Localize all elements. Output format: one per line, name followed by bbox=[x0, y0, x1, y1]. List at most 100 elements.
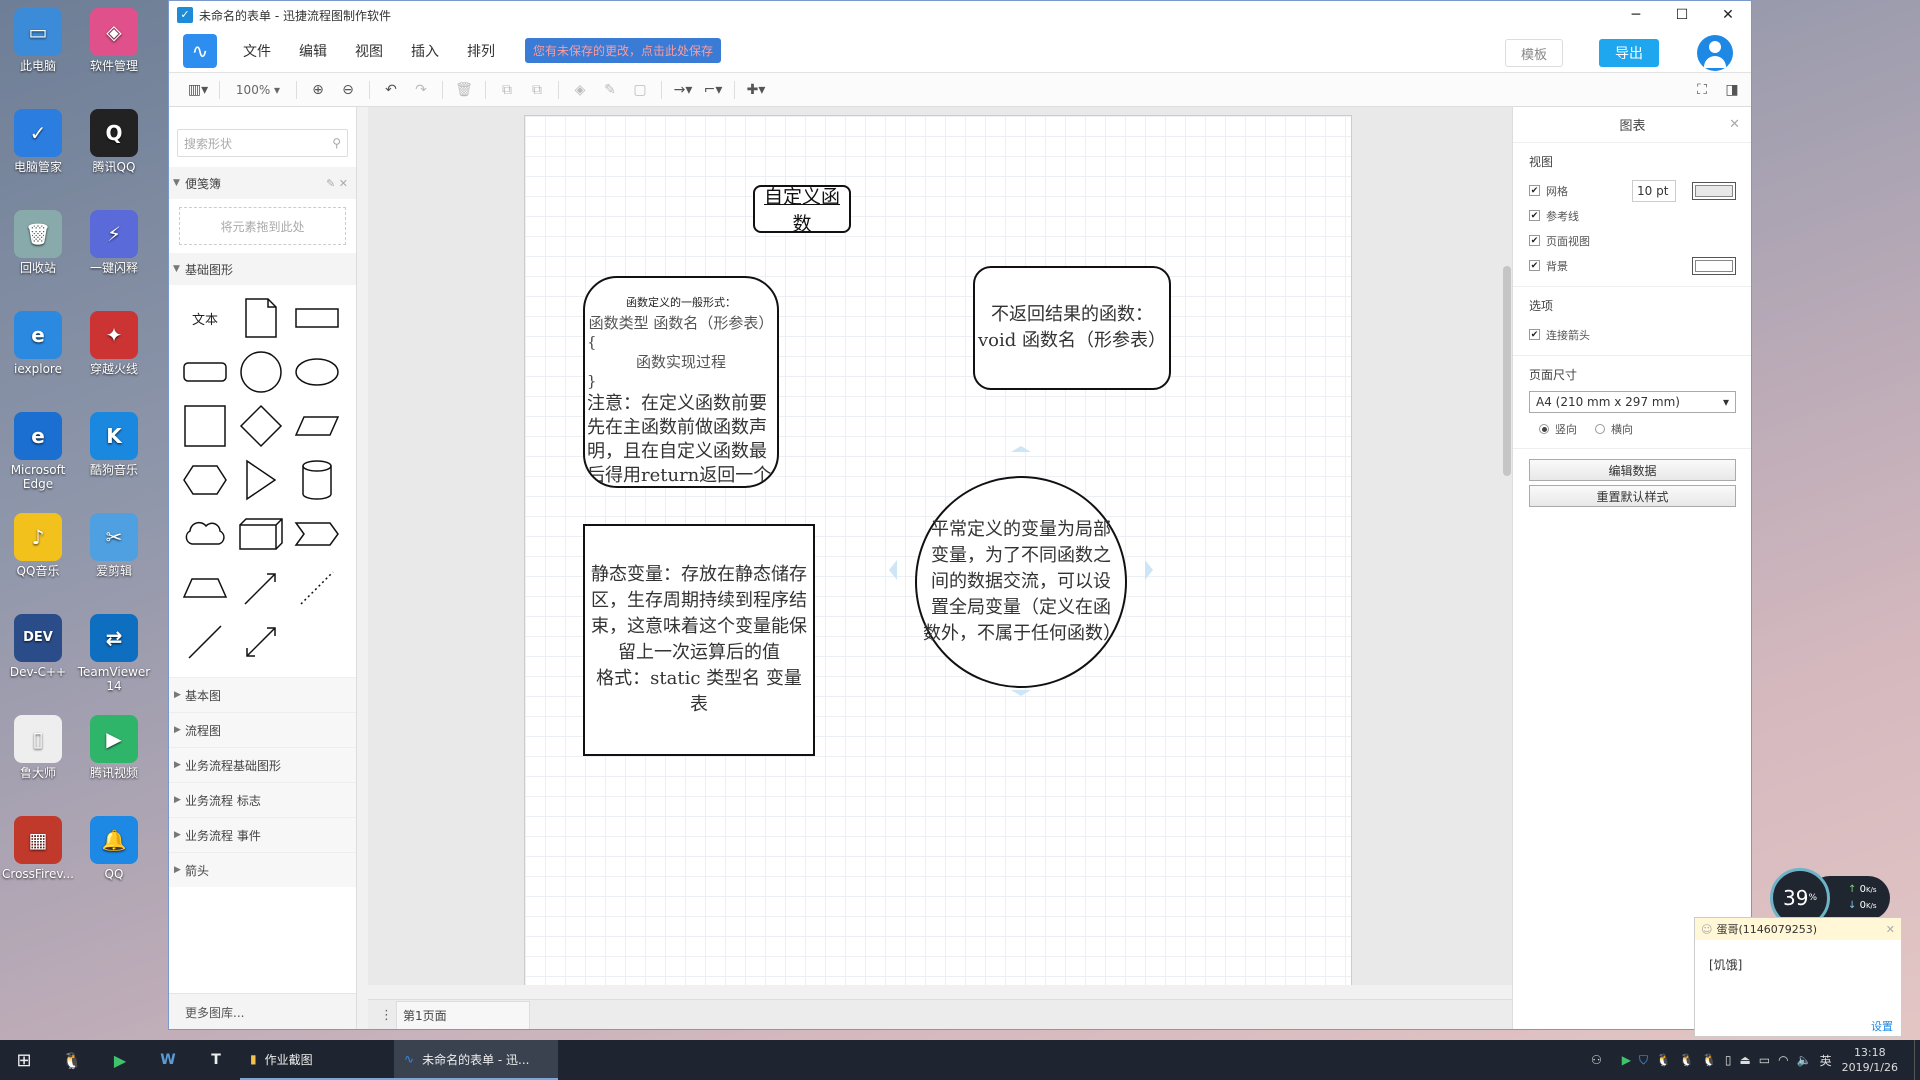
typora-taskbar-icon[interactable]: T bbox=[192, 1040, 240, 1080]
desktop-icon[interactable]: ▯ 鲁大师 bbox=[0, 715, 78, 780]
line-color-icon[interactable]: ✎ bbox=[595, 77, 625, 103]
shape-ellipse[interactable] bbox=[291, 347, 343, 397]
category-arrows[interactable]: ▶ 箭头 bbox=[169, 852, 356, 887]
canvas-area[interactable]: 自定义函数 函数定义的一般形式： 函数类型 函数名（形参表） { 函数实现过程 … bbox=[368, 107, 1512, 985]
zoom-select[interactable]: 100% ▾ bbox=[226, 83, 290, 97]
desktop-icon[interactable]: e Microsoft Edge bbox=[0, 412, 78, 491]
desktop-icon[interactable]: Q 腾讯QQ bbox=[74, 109, 154, 174]
desktop-icon[interactable]: ▭ 此电脑 bbox=[0, 8, 78, 73]
qq-message-popup[interactable]: ☺ 蛋哥(1146079253) ✕ [饥饿] 设置 bbox=[1694, 917, 1902, 1037]
template-button[interactable]: 模板 bbox=[1505, 39, 1563, 67]
minimize-button[interactable]: ─ bbox=[1613, 1, 1659, 29]
shadow-icon[interactable]: ▢ bbox=[625, 77, 655, 103]
scratchpad-dropzone[interactable]: 将元素拖到此处 bbox=[179, 207, 346, 245]
undo-icon[interactable]: ↶ bbox=[376, 77, 406, 103]
shape-document[interactable] bbox=[235, 293, 287, 343]
edit-data-button[interactable]: 编辑数据 bbox=[1529, 459, 1736, 481]
title-node[interactable]: 自定义函数 bbox=[753, 185, 851, 235]
page-view-option[interactable]: ✔ 页面视图 bbox=[1529, 228, 1736, 253]
reset-style-button[interactable]: 重置默认样式 bbox=[1529, 485, 1736, 507]
desktop-icon[interactable]: 🗑 回收站 bbox=[0, 210, 78, 275]
desktop-icon[interactable]: ✦ 穿越火线 bbox=[74, 311, 154, 376]
background-option[interactable]: ✔ 背景 bbox=[1529, 253, 1736, 278]
tray-network-icon[interactable]: ▭ bbox=[1759, 1053, 1770, 1067]
zoom-in-icon[interactable]: ⊕ bbox=[303, 77, 333, 103]
desktop-icon[interactable]: K 酷狗音乐 bbox=[74, 412, 154, 477]
shape-rounded-rectangle[interactable] bbox=[179, 347, 231, 397]
desktop-icon[interactable]: ⚡ 一键闪释 bbox=[74, 210, 154, 275]
desktop-icon[interactable]: ✓ 电脑管家 bbox=[0, 109, 78, 174]
clock[interactable]: 13:18 2019/1/26 bbox=[1842, 1045, 1898, 1075]
shape-step[interactable] bbox=[291, 509, 343, 559]
diagram-page[interactable]: 自定义函数 函数定义的一般形式： 函数类型 函数名（形参表） { 函数实现过程 … bbox=[524, 115, 1352, 985]
category-bpmn-markers[interactable]: ▶ 业务流程 标志 bbox=[169, 782, 356, 817]
shape-dotted-line[interactable] bbox=[291, 563, 343, 613]
tray-qq-icon[interactable]: 🐧 bbox=[1656, 1053, 1671, 1067]
tray-battery-icon[interactable]: ▯ bbox=[1725, 1053, 1732, 1067]
qq-taskbar-icon[interactable]: 🐧 bbox=[48, 1040, 96, 1080]
background-checkbox[interactable]: ✔ bbox=[1529, 260, 1540, 271]
desktop-icon[interactable]: 🔔 QQ bbox=[74, 816, 154, 881]
panel-toggle-icon[interactable]: ◨ bbox=[1717, 77, 1747, 103]
shape-diamond[interactable] bbox=[235, 401, 287, 451]
more-shapes-link[interactable]: 更多图库... bbox=[169, 993, 356, 1029]
shape-line[interactable] bbox=[179, 617, 231, 667]
connect-arrows-option[interactable]: ✔ 连接箭头 bbox=[1529, 322, 1736, 347]
taskbar-active-app[interactable]: ∿ 未命名的表单 - 迅... bbox=[394, 1040, 558, 1080]
unsaved-notice[interactable]: 您有未保存的更改，点击此处保存 bbox=[525, 38, 722, 63]
desktop-icon[interactable]: ♪ QQ音乐 bbox=[0, 513, 78, 578]
close-panel-icon[interactable]: ✕ bbox=[1729, 117, 1740, 132]
to-back-icon[interactable]: ⧉ bbox=[522, 77, 552, 103]
layout-toggle-icon[interactable]: ▥▾ bbox=[183, 77, 213, 103]
tray-video-icon[interactable]: ▶ bbox=[1622, 1053, 1631, 1067]
to-front-icon[interactable]: ⧉ bbox=[492, 77, 522, 103]
category-bpmn-basic[interactable]: ▶ 业务流程基础图形 bbox=[169, 747, 356, 782]
vertical-scrollbar[interactable] bbox=[1503, 266, 1511, 476]
fullscreen-icon[interactable]: ⛶ bbox=[1687, 77, 1717, 103]
shape-square[interactable] bbox=[179, 401, 231, 451]
tray-qq2-icon[interactable]: 🐧 bbox=[1679, 1053, 1694, 1067]
menu-file[interactable]: 文件 bbox=[229, 41, 285, 61]
word-taskbar-icon[interactable]: W bbox=[144, 1040, 192, 1080]
desktop-icon[interactable]: ⇄ TeamViewer 14 bbox=[74, 614, 154, 693]
function-definition-node[interactable]: 函数定义的一般形式： 函数类型 函数名（形参表） { 函数实现过程 } 注意：在… bbox=[583, 276, 779, 488]
shape-cloud[interactable] bbox=[179, 509, 231, 559]
desktop-icon[interactable]: DEV Dev-C++ bbox=[0, 614, 78, 679]
shape-arrow[interactable] bbox=[235, 563, 287, 613]
grid-checkbox[interactable]: ✔ bbox=[1529, 185, 1540, 196]
logo-icon[interactable]: ∿ bbox=[183, 33, 217, 68]
desktop-icon[interactable]: ✂ 爱剪辑 bbox=[74, 513, 154, 578]
volume-icon[interactable]: 🔈 bbox=[1797, 1053, 1812, 1067]
tray-usb-icon[interactable]: ⏏ bbox=[1739, 1053, 1750, 1067]
export-button[interactable]: 导出 bbox=[1599, 39, 1659, 67]
taskbar-folder[interactable]: ▮ 作业截图 bbox=[240, 1040, 394, 1080]
qq-settings-link[interactable]: 设置 bbox=[1871, 1018, 1893, 1034]
background-color-swatch[interactable] bbox=[1692, 256, 1736, 275]
desktop-icon[interactable]: ▶ 腾讯视频 bbox=[74, 715, 154, 780]
connection-icon[interactable]: →▾ bbox=[668, 77, 698, 103]
desktop-icon[interactable]: ◈ 软件管理 bbox=[74, 8, 154, 73]
shape-rectangle[interactable] bbox=[291, 293, 343, 343]
shape-triangle[interactable] bbox=[235, 455, 287, 505]
shape-circle[interactable] bbox=[235, 347, 287, 397]
people-icon[interactable]: ⚇ bbox=[1591, 1053, 1602, 1067]
category-bpmn-events[interactable]: ▶ 业务流程 事件 bbox=[169, 817, 356, 852]
shape-text[interactable]: 文本 bbox=[179, 293, 231, 343]
category-basic[interactable]: ▶ 基本图 bbox=[169, 677, 356, 712]
maximize-button[interactable]: ☐ bbox=[1659, 1, 1705, 29]
basic-shapes-header[interactable]: ▼ 基础图形 bbox=[169, 253, 356, 285]
page-menu-icon[interactable]: ⋮ bbox=[380, 1008, 393, 1023]
redo-icon[interactable]: ↷ bbox=[406, 77, 436, 103]
page-size-select[interactable]: A4 (210 mm x 297 mm) ▾ bbox=[1529, 391, 1736, 413]
shape-hexagon[interactable] bbox=[179, 455, 231, 505]
shape-trapezoid[interactable] bbox=[179, 563, 231, 613]
waypoint-icon[interactable]: ⌐▾ bbox=[698, 77, 728, 103]
tray-security-icon[interactable]: ⛉ bbox=[1639, 1053, 1648, 1068]
zoom-out-icon[interactable]: ⊖ bbox=[333, 77, 363, 103]
shape-cube[interactable] bbox=[235, 509, 287, 559]
shape-bidirectional-arrow[interactable] bbox=[235, 617, 287, 667]
wifi-icon[interactable]: ◠ bbox=[1778, 1053, 1788, 1067]
guides-checkbox[interactable]: ✔ bbox=[1529, 210, 1540, 221]
page-view-checkbox[interactable]: ✔ bbox=[1529, 235, 1540, 246]
desktop-icon[interactable]: ▦ CrossFirev... bbox=[0, 816, 78, 881]
